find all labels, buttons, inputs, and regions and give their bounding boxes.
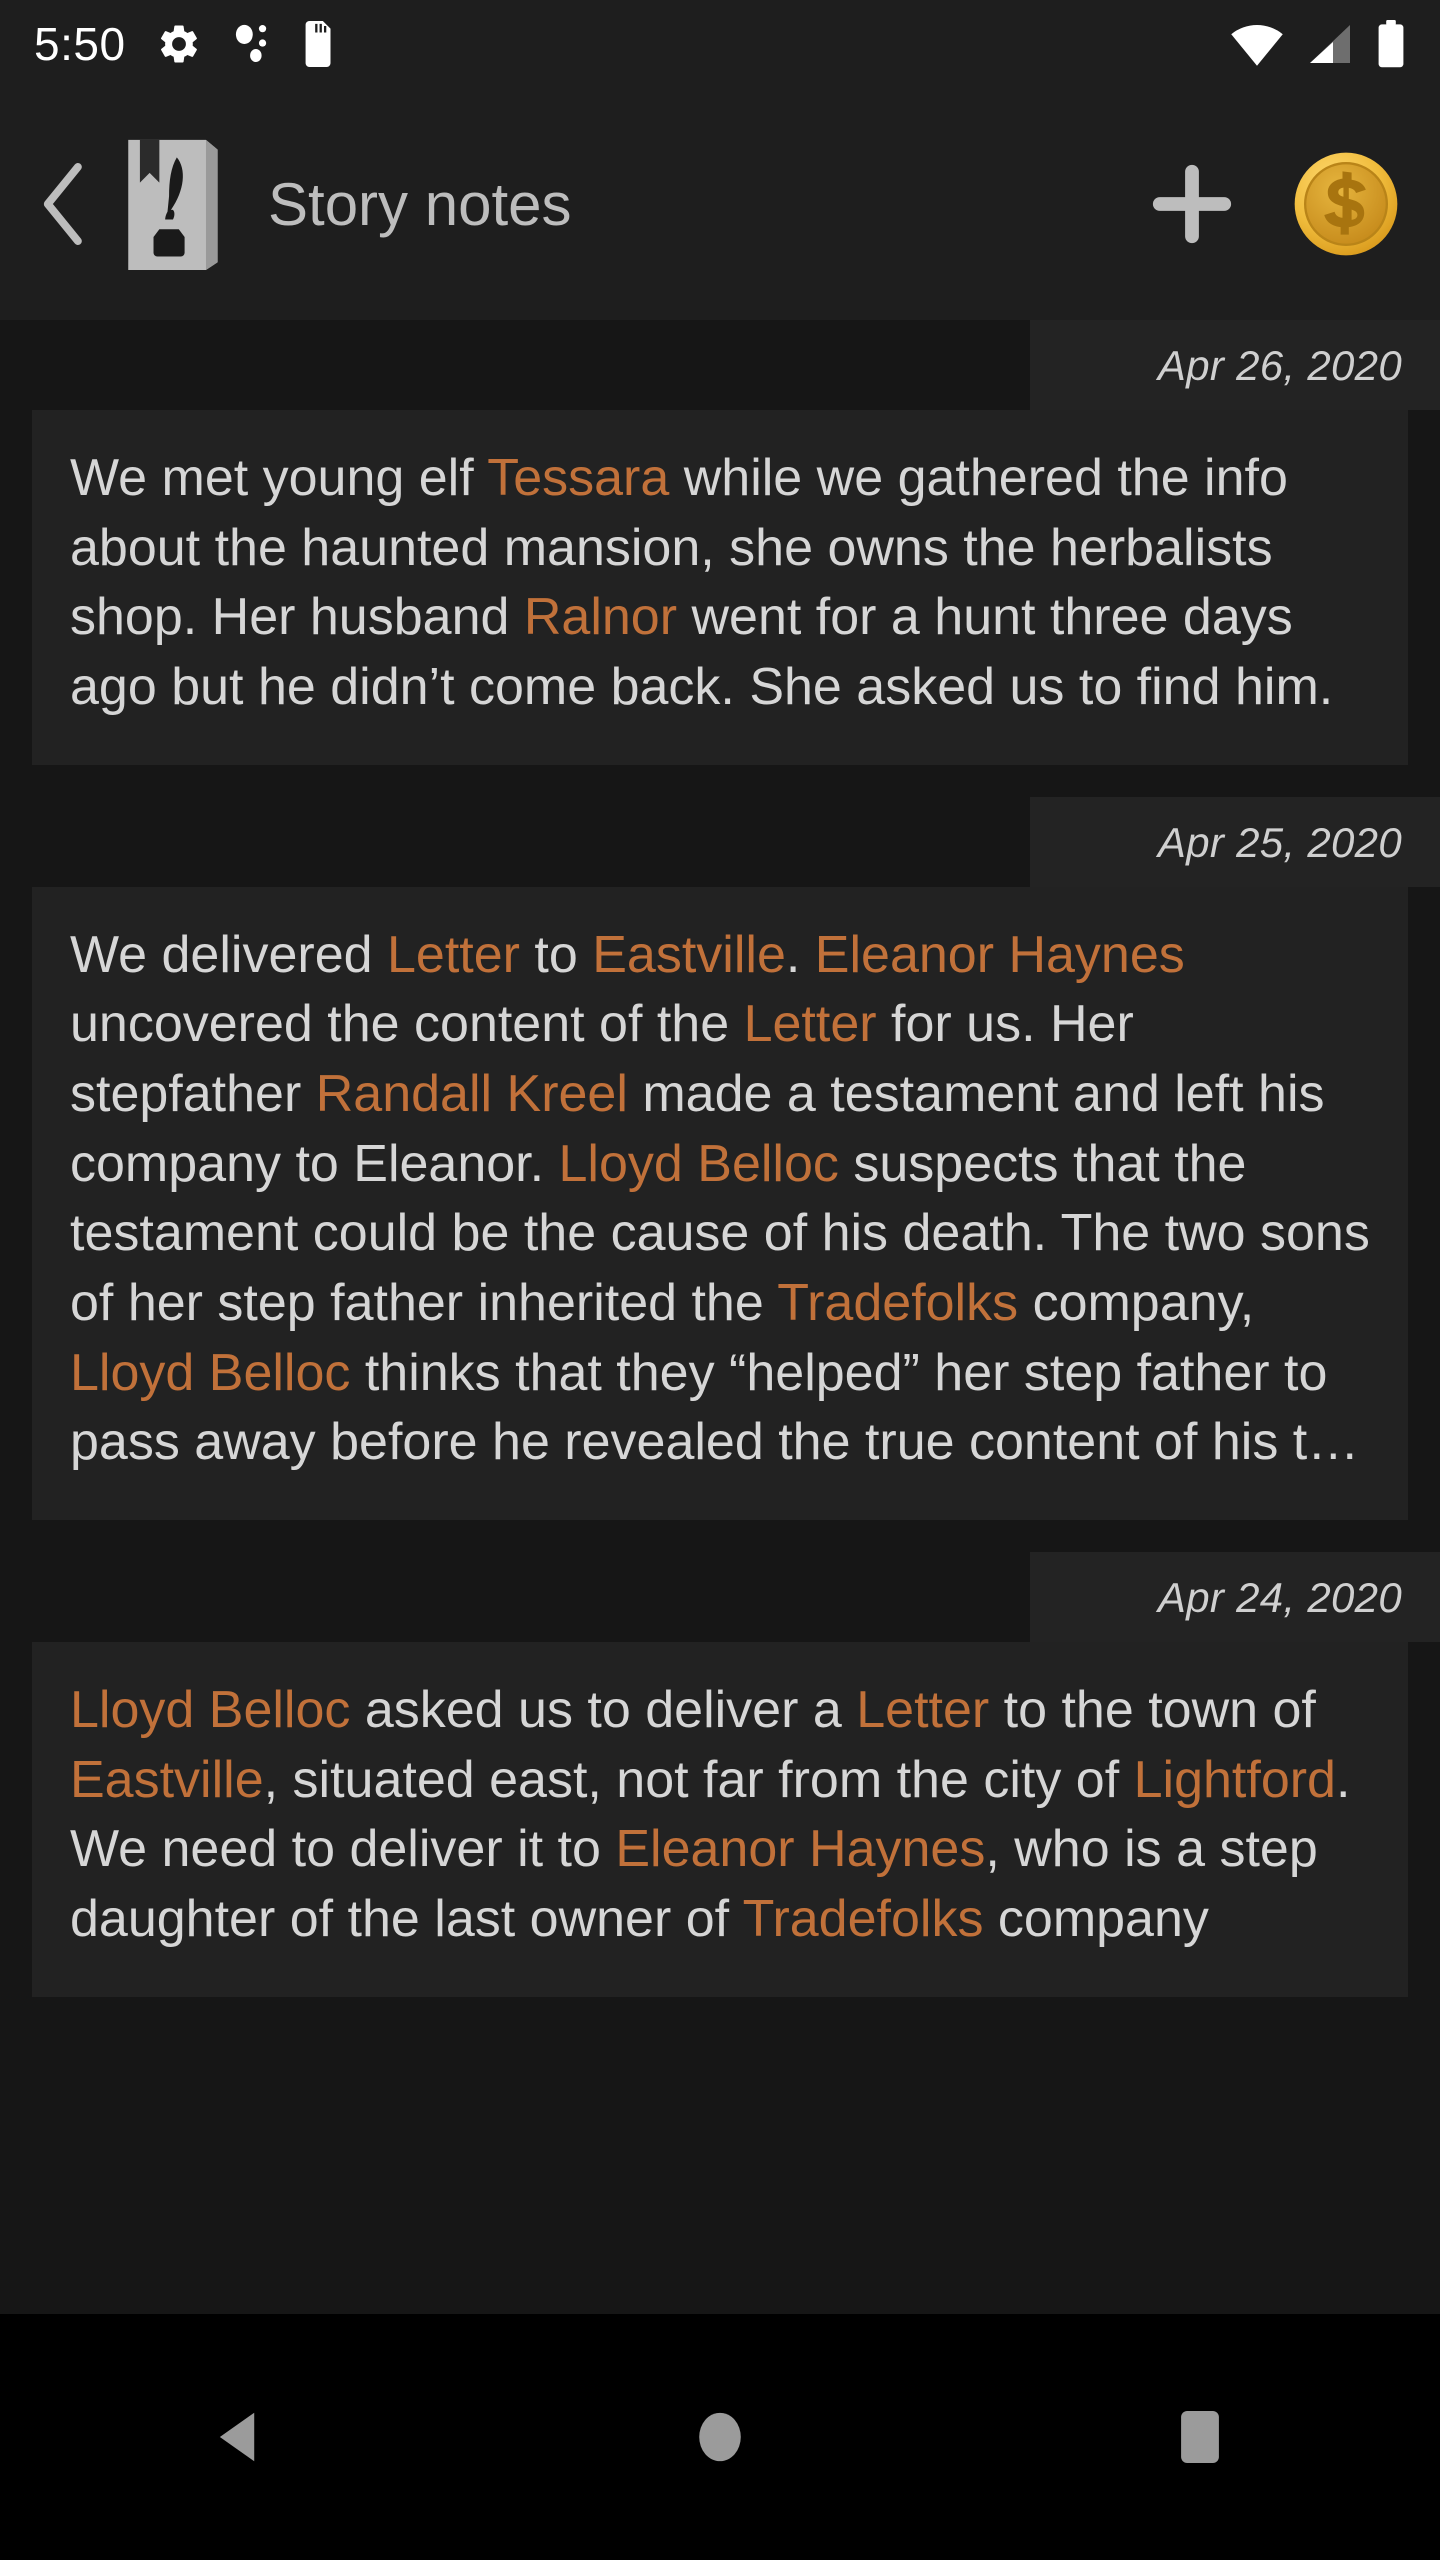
note-card[interactable]: We met young elf Tessara while we gather… (32, 410, 1408, 765)
entity-link[interactable]: Tradefolks (777, 1274, 1018, 1332)
system-nav-bar (0, 2314, 1440, 2560)
note-date: Apr 26, 2020 (1030, 320, 1440, 410)
note-item[interactable]: Apr 26, 2020 We met young elf Tessara wh… (0, 320, 1440, 765)
entity-link[interactable]: Letter (856, 1681, 989, 1739)
entity-link[interactable]: Lloyd Belloc (559, 1135, 839, 1193)
note-date: Apr 25, 2020 (1030, 796, 1440, 887)
nav-home-icon[interactable] (630, 2367, 810, 2507)
notes-list[interactable]: Apr 26, 2020 We met young elf Tessara wh… (0, 320, 1440, 2314)
entity-link[interactable]: Letter (744, 995, 877, 1053)
entity-link[interactable]: Eastville (70, 1751, 264, 1809)
note-text: We met young elf Tessara while we gather… (70, 444, 1370, 723)
entity-link[interactable]: Lloyd Belloc (70, 1344, 350, 1402)
app-toolbar: Story notes (0, 88, 1440, 320)
nav-recents-icon[interactable] (1110, 2367, 1290, 2507)
entity-link[interactable]: Lightford (1134, 1751, 1336, 1809)
note-text-run: . (785, 925, 815, 984)
entity-link[interactable]: Eastville (592, 926, 786, 984)
note-text-run: company (983, 1890, 1209, 1949)
note-text-run: , situated east, not far from the city o… (263, 1750, 1134, 1809)
battery-full-icon (1376, 20, 1406, 68)
cell-signal-icon (1306, 21, 1354, 67)
entity-link[interactable]: Randall Kreel (316, 1065, 628, 1123)
entity-link[interactable]: Ralnor (524, 588, 677, 646)
nav-back-icon[interactable] (150, 2367, 330, 2507)
entity-link[interactable]: Tradefolks (743, 1890, 984, 1948)
note-card[interactable]: Lloyd Belloc asked us to deliver a Lette… (32, 1642, 1408, 1997)
note-text-run: We delivered (70, 925, 387, 984)
bluetooth-dots-icon (232, 21, 272, 67)
status-bar: 5:50 (0, 0, 1440, 88)
note-text-run: uncovered the content of the (70, 995, 744, 1054)
note-text-run: company, (1018, 1274, 1255, 1333)
book-quill-icon (116, 136, 226, 272)
entity-link[interactable]: Tessara (487, 449, 669, 507)
note-item[interactable]: Apr 25, 2020 We delivered Letter to East… (0, 796, 1440, 1521)
app-screen: 5:50 Story notes Apr 26, 2020 We met you… (0, 0, 1440, 2560)
add-note-button[interactable] (1144, 156, 1240, 252)
note-item[interactable]: Apr 24, 2020 Lloyd Belloc asked us to de… (0, 1552, 1440, 1997)
note-text-run: We met young elf (70, 449, 488, 507)
settings-gear-icon (156, 21, 202, 67)
note-text-run: to the town of (989, 1681, 1316, 1740)
note-text-run: asked us to deliver a (350, 1681, 857, 1740)
wifi-icon (1230, 21, 1284, 67)
back-button[interactable] (18, 149, 110, 259)
note-card[interactable]: We delivered Letter to Eastville. Eleano… (32, 886, 1408, 1521)
toolbar-actions (1144, 148, 1402, 260)
note-date: Apr 24, 2020 (1030, 1552, 1440, 1643)
status-clock: 5:50 (34, 18, 126, 70)
note-text-run: to (519, 925, 593, 984)
note-text: We delivered Letter to Eastville. Eleano… (70, 921, 1370, 1478)
currency-button[interactable] (1290, 148, 1402, 260)
note-text: Lloyd Belloc asked us to deliver a Lette… (70, 1676, 1370, 1955)
entity-link[interactable]: Letter (387, 926, 520, 984)
page-title: Story notes (268, 170, 572, 238)
entity-link[interactable]: Eleanor Haynes (815, 926, 1185, 984)
status-bar-left: 5:50 (34, 17, 336, 71)
entity-link[interactable]: Eleanor Haynes (615, 1820, 985, 1878)
status-bar-right (1230, 20, 1406, 68)
sd-card-icon (302, 21, 336, 67)
entity-link[interactable]: Lloyd Belloc (70, 1681, 350, 1739)
